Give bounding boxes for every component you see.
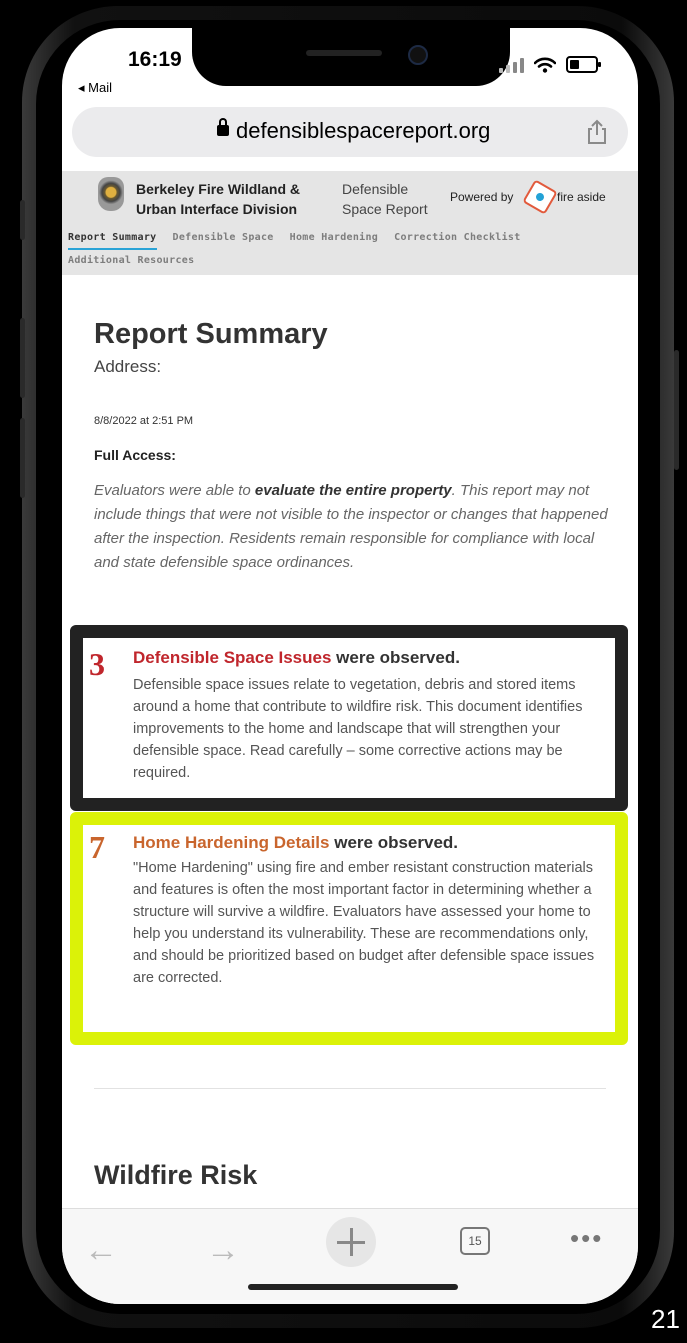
speaker-grill xyxy=(306,50,382,56)
back-arrow-icon[interactable]: ← xyxy=(84,1231,118,1270)
phone-screen: 16:19 ◂ Mail defensiblespacereport.org B… xyxy=(62,28,638,1304)
access-label: Full Access: xyxy=(94,447,176,463)
share-icon[interactable] xyxy=(584,119,610,145)
tab-additional-resources[interactable]: Additional Resources xyxy=(68,251,194,271)
tab-defensible-space[interactable]: Defensible Space xyxy=(173,228,274,248)
new-tab-plus-icon[interactable] xyxy=(326,1217,376,1267)
url-text: defensiblespacereport.org xyxy=(236,118,491,143)
card-title: Defensible Space Issues were observed. xyxy=(133,648,460,667)
address-label: Address: xyxy=(94,357,162,376)
wildfire-risk-heading: Wildfire Risk xyxy=(94,1160,258,1190)
tab-report-summary[interactable]: Report Summary xyxy=(68,228,157,250)
card-title: Home Hardening Details were observed. xyxy=(133,833,459,852)
access-note: Evaluators were able to evaluate the ent… xyxy=(94,482,608,571)
powered-by-label: Powered by xyxy=(450,190,514,204)
volume-up-button xyxy=(20,318,25,398)
forward-arrow-icon[interactable]: → xyxy=(206,1231,240,1270)
back-to-mail-link[interactable]: ◂ Mail xyxy=(78,80,112,96)
status-icons xyxy=(499,56,601,73)
front-camera xyxy=(408,45,428,65)
detail-count: 7 xyxy=(89,829,105,865)
organization-name: Berkeley Fire Wildland & Urban Interface… xyxy=(136,181,301,217)
fire-aside-logo-icon xyxy=(522,179,558,215)
volume-down-button xyxy=(20,418,25,498)
home-indicator[interactable] xyxy=(248,1284,458,1290)
power-button xyxy=(674,350,679,470)
report-summary-section: Report Summary Address: 8/8/2022 at 2:51… xyxy=(94,318,614,575)
more-options-icon[interactable]: ••• xyxy=(570,1223,603,1254)
home-hardening-details-card: 7 Home Hardening Details were observed. … xyxy=(70,812,628,1045)
issue-count: 3 xyxy=(89,646,105,682)
status-time: 16:19 xyxy=(128,48,182,71)
section-divider xyxy=(94,1088,606,1089)
partner-name: fire aside xyxy=(557,190,606,204)
report-name: Defensible Space Report xyxy=(342,181,428,217)
card-body: Defensible space issues relate to vegeta… xyxy=(133,677,583,781)
battery-icon xyxy=(566,56,601,73)
page-title: Report Summary xyxy=(94,318,328,350)
site-header: Berkeley Fire Wildland & Urban Interface… xyxy=(62,171,638,275)
slide-number: 21 xyxy=(651,1304,680,1334)
tabs-button[interactable]: 15 xyxy=(460,1227,490,1255)
report-date: 8/8/2022 at 2:51 PM xyxy=(94,415,194,427)
tab-home-hardening[interactable]: Home Hardening xyxy=(290,228,379,248)
tab-correction-checklist[interactable]: Correction Checklist xyxy=(394,228,520,248)
defensible-space-issues-card: 3 Defensible Space Issues were observed.… xyxy=(70,625,628,811)
cellular-signal-icon xyxy=(499,57,524,73)
wifi-icon xyxy=(534,57,556,73)
fire-department-badge-icon xyxy=(98,177,124,211)
report-nav: Report Summary Defensible Space Home Harde… xyxy=(68,227,628,271)
lock-icon xyxy=(217,118,229,136)
card-body: "Home Hardening" using fire and ember re… xyxy=(133,860,595,986)
address-bar[interactable]: defensiblespacereport.org xyxy=(72,107,628,157)
notch xyxy=(192,28,510,86)
mute-switch xyxy=(20,200,25,240)
